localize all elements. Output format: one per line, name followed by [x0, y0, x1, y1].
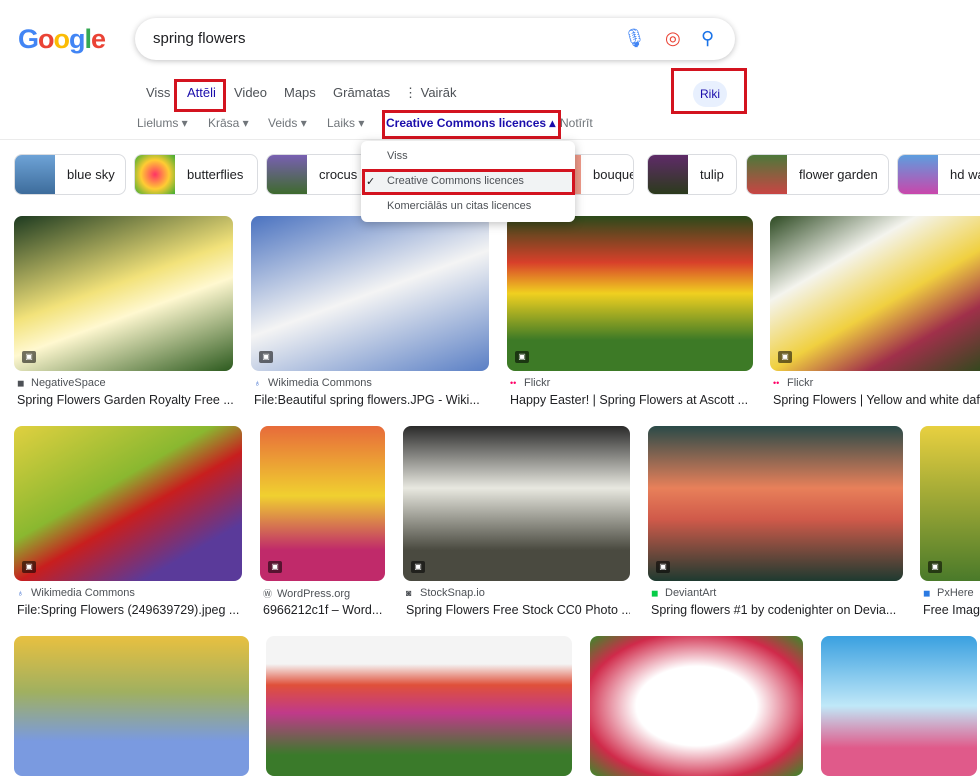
image-icon: ▣	[22, 351, 36, 363]
google-logo[interactable]: Google	[18, 24, 106, 55]
result-title[interactable]: File:Spring Flowers (249639729).jpeg ...	[17, 603, 242, 617]
image-icon: ▣	[22, 561, 36, 573]
filter-time[interactable]: Laiks ▾	[327, 116, 364, 130]
result-image[interactable]: ▣	[14, 216, 233, 371]
image-icon: ▣	[656, 561, 670, 573]
result-image[interactable]: ▣	[251, 216, 489, 371]
tab-maps[interactable]: Maps	[284, 85, 316, 100]
result-image[interactable]: ▣	[14, 426, 242, 581]
tab-viss[interactable]: Viss	[146, 85, 170, 100]
filter-size[interactable]: Lielums ▾	[137, 116, 188, 130]
result-source[interactable]: ◼ DeviantArt	[651, 587, 903, 599]
result-source[interactable]: ◼ PxHere	[923, 587, 980, 599]
search-icon[interactable]: ⚲	[701, 28, 714, 49]
chip-tulip[interactable]: tulip	[647, 154, 737, 195]
search-box[interactable]: spring flowers 🎙 ◎ ⚲	[135, 18, 735, 60]
result-image[interactable]: ▣	[920, 426, 980, 581]
filter-type[interactable]: Veids ▾	[268, 116, 307, 130]
image-icon: ▣	[411, 561, 425, 573]
result-image[interactable]: ▣	[648, 426, 903, 581]
result-source[interactable]: ◼ NegativeSpace	[17, 377, 233, 389]
flickr-icon: ••	[773, 378, 780, 388]
tab-video[interactable]: Video	[234, 85, 267, 100]
result-image[interactable]: ▣	[403, 426, 630, 581]
license-dropdown: Viss ✓ Creative Commons licences Komerci…	[361, 141, 575, 222]
result-image[interactable]	[590, 636, 803, 776]
result-image[interactable]: ▣	[770, 216, 980, 371]
clear-filters[interactable]: Notīrīt	[560, 116, 593, 130]
result-title[interactable]: Spring Flowers | Yellow and white daf	[773, 393, 980, 407]
menu-item-all[interactable]: Viss	[387, 150, 408, 162]
chip-hd-wallpaper[interactable]: hd wa	[897, 154, 980, 195]
filter-color[interactable]: Krāsa ▾	[208, 116, 249, 130]
deviantart-icon: ◼	[651, 588, 659, 598]
image-icon: ▣	[928, 561, 942, 573]
wikimedia-icon: ♁	[17, 588, 24, 598]
tab-atteli[interactable]: Attēli	[187, 85, 216, 100]
tab-more[interactable]: ⋮ Vairāk	[404, 85, 457, 101]
chip-butterflies[interactable]: butterflies	[134, 154, 258, 195]
result-source[interactable]: ♁ Wikimedia Commons	[254, 377, 489, 389]
safesearch-button[interactable]: Riki	[693, 81, 727, 107]
flickr-icon: ••	[510, 378, 517, 388]
check-icon: ✓	[366, 176, 376, 188]
filter-license[interactable]: Creative Commons licences ▴	[386, 116, 555, 130]
camera-lens-icon[interactable]: ◎	[665, 28, 681, 49]
mic-icon[interactable]: 🎙	[623, 28, 646, 49]
result-image[interactable]: ▣	[260, 426, 385, 581]
result-title[interactable]: Happy Easter! | Spring Flowers at Ascott…	[510, 393, 753, 407]
result-source[interactable]: •• Flickr	[510, 377, 753, 389]
divider	[0, 139, 980, 140]
image-icon: ▣	[778, 351, 792, 363]
menu-item-creative-commons[interactable]: Creative Commons licences	[387, 175, 524, 187]
negativespace-icon: ◼	[17, 378, 25, 388]
chip-crocus[interactable]: crocus	[266, 154, 376, 195]
result-source[interactable]: ♁ Wikimedia Commons	[17, 587, 242, 599]
tab-gramatas[interactable]: Grāmatas	[333, 85, 390, 100]
chip-blue-sky[interactable]: blue sky	[14, 154, 126, 195]
result-image[interactable]	[821, 636, 977, 776]
result-source[interactable]: Ⓦ WordPress.org	[263, 587, 385, 600]
wikimedia-icon: ♁	[254, 378, 261, 388]
result-title[interactable]: Spring flowers #1 by codenighter on Devi…	[651, 603, 903, 617]
result-title[interactable]: File:Beautiful spring flowers.JPG - Wiki…	[254, 393, 489, 407]
search-input[interactable]: spring flowers	[153, 30, 246, 47]
image-icon: ▣	[515, 351, 529, 363]
result-image[interactable]	[266, 636, 572, 776]
result-source[interactable]: •• Flickr	[773, 377, 980, 389]
menu-item-commercial[interactable]: Komerciālās un citas licences	[387, 200, 531, 212]
image-icon: ▣	[268, 561, 282, 573]
result-image[interactable]	[14, 636, 249, 776]
wordpress-icon: Ⓦ	[263, 589, 273, 599]
camera-icon: ◙	[406, 588, 412, 598]
result-title[interactable]: Spring Flowers Garden Royalty Free ...	[17, 393, 233, 407]
result-image[interactable]: ▣	[507, 216, 753, 371]
result-title[interactable]: Free Imag	[923, 603, 980, 617]
chip-flower-garden[interactable]: flower garden	[746, 154, 889, 195]
image-icon: ▣	[259, 351, 273, 363]
pxhere-icon: ◼	[923, 588, 931, 598]
result-source[interactable]: ◙ StockSnap.io	[406, 587, 630, 599]
result-title[interactable]: Spring Flowers Free Stock CC0 Photo ...	[406, 603, 630, 617]
result-title[interactable]: 6966212c1f – Word...	[263, 603, 385, 617]
